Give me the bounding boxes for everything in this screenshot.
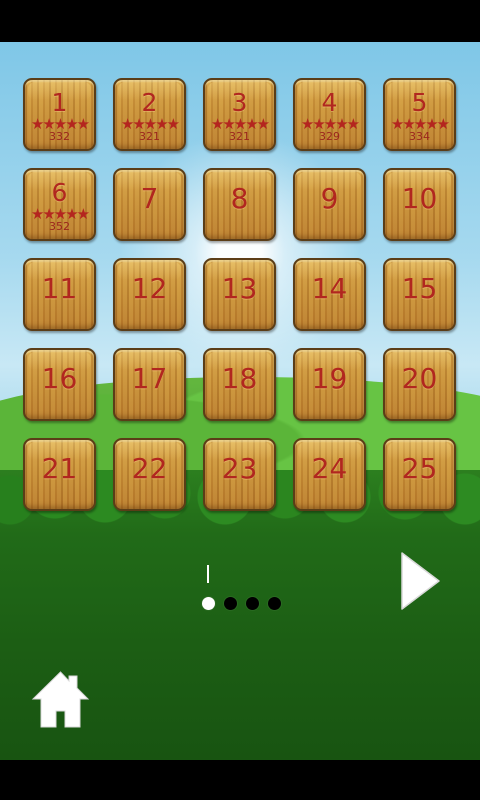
level-tile-21[interactable]: 21 (23, 438, 96, 511)
level-number: 9 (320, 182, 339, 215)
level-tile-11[interactable]: 11 (23, 258, 96, 331)
level-score: 352 (49, 220, 70, 233)
level-score: 329 (319, 130, 340, 143)
level-number: 15 (401, 272, 438, 305)
page-dot-4[interactable] (268, 596, 281, 610)
level-tile-15[interactable]: 15 (383, 258, 456, 331)
level-number: 10 (401, 182, 438, 215)
level-number: 12 (131, 272, 168, 305)
play-arrow-icon (401, 552, 440, 610)
page-indicator-cursor (207, 565, 209, 583)
level-tile-16[interactable]: 16 (23, 348, 96, 421)
level-number: 25 (401, 452, 438, 485)
level-tile-24[interactable]: 24 (293, 438, 366, 511)
level-tile-19[interactable]: 19 (293, 348, 366, 421)
level-tile-23[interactable]: 23 (203, 438, 276, 511)
level-tile-13[interactable]: 13 (203, 258, 276, 331)
level-number: 4 (321, 88, 338, 117)
page-indicator (202, 596, 286, 610)
home-button[interactable] (29, 668, 92, 731)
level-number: 7 (140, 182, 159, 215)
page-dot-1[interactable] (202, 596, 215, 610)
level-score: 321 (229, 130, 250, 143)
level-tile-10[interactable]: 10 (383, 168, 456, 241)
level-score: 334 (409, 130, 430, 143)
level-number: 1 (51, 88, 68, 117)
level-tile-20[interactable]: 20 (383, 348, 456, 421)
level-number: 18 (221, 362, 258, 395)
level-tile-1[interactable]: 1 ★★★★★ 332 (23, 78, 96, 151)
level-number: 5 (411, 88, 428, 117)
level-number: 20 (401, 362, 438, 395)
level-number: 13 (221, 272, 258, 305)
level-number: 22 (131, 452, 168, 485)
level-tile-8[interactable]: 8 (203, 168, 276, 241)
level-grid: 1 ★★★★★ 332 2 ★★★★★ 321 3 ★★★★★ 321 4 ★★… (23, 78, 458, 518)
level-tile-9[interactable]: 9 (293, 168, 366, 241)
level-number: 3 (231, 88, 248, 117)
level-tile-18[interactable]: 18 (203, 348, 276, 421)
level-tile-4[interactable]: 4 ★★★★★ 329 (293, 78, 366, 151)
level-score: 332 (49, 130, 70, 143)
level-number: 21 (41, 452, 78, 485)
level-number: 24 (311, 452, 348, 485)
level-number: 17 (131, 362, 168, 395)
level-tile-14[interactable]: 14 (293, 258, 366, 331)
level-number: 19 (311, 362, 348, 395)
level-number: 11 (41, 272, 78, 305)
next-page-button[interactable] (396, 549, 444, 613)
page-dot-2[interactable] (224, 596, 237, 610)
level-tile-2[interactable]: 2 ★★★★★ 321 (113, 78, 186, 151)
level-tile-17[interactable]: 17 (113, 348, 186, 421)
level-number: 23 (221, 452, 258, 485)
level-number: 8 (230, 182, 249, 215)
home-icon (31, 671, 90, 728)
level-tile-5[interactable]: 5 ★★★★★ 334 (383, 78, 456, 151)
level-number: 16 (41, 362, 78, 395)
level-tile-7[interactable]: 7 (113, 168, 186, 241)
level-tile-3[interactable]: 3 ★★★★★ 321 (203, 78, 276, 151)
level-tile-25[interactable]: 25 (383, 438, 456, 511)
level-tile-12[interactable]: 12 (113, 258, 186, 331)
level-number: 14 (311, 272, 348, 305)
level-score: 321 (139, 130, 160, 143)
level-number: 2 (141, 88, 158, 117)
level-number: 6 (51, 178, 68, 207)
game-screen: 1 ★★★★★ 332 2 ★★★★★ 321 3 ★★★★★ 321 4 ★★… (0, 0, 480, 800)
page-dot-3[interactable] (246, 596, 259, 610)
level-tile-22[interactable]: 22 (113, 438, 186, 511)
level-tile-6[interactable]: 6 ★★★★★ 352 (23, 168, 96, 241)
